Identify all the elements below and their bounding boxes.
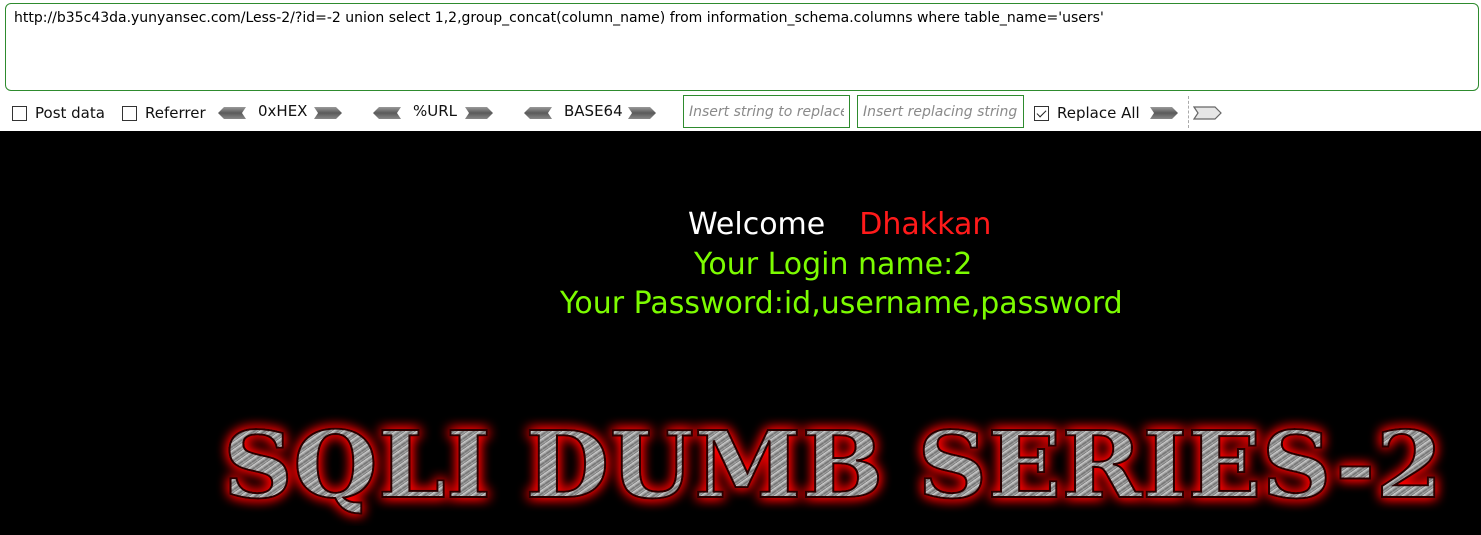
url-input[interactable] (5, 3, 1479, 91)
password-line: Your Password:id,username,password (560, 286, 1123, 321)
execute-button[interactable] (1193, 103, 1223, 123)
base64-decode-button[interactable] (522, 103, 552, 123)
base64-label: BASE64 (564, 102, 623, 120)
replace-apply-button[interactable] (1150, 103, 1180, 123)
url-decode-button[interactable] (371, 103, 401, 123)
arrow-right-icon (465, 107, 493, 119)
welcome-text: Welcome (688, 207, 826, 242)
url-encode-button[interactable] (465, 103, 495, 123)
hackbar-panel: Post data Referrer 0xHEX %URL (0, 0, 1481, 131)
replace-from-input[interactable] (683, 95, 850, 128)
hackbar-toolbar: Post data Referrer 0xHEX %URL BASE64 Ins… (0, 94, 1481, 130)
post-data-checkbox[interactable] (12, 105, 27, 121)
welcome-line: Welcome Dhakkan (688, 207, 991, 242)
replace-all-checkbox[interactable] (1034, 105, 1049, 121)
url-label: %URL (413, 102, 458, 120)
post-data-label: Post data (35, 104, 105, 122)
toolbar-divider (1188, 96, 1189, 128)
referrer-label: Referrer (145, 104, 206, 122)
arrow-right-icon (1150, 107, 1178, 119)
banner-graphic: SQLI DUMB SERIES-2 (222, 410, 1444, 520)
arrow-left-icon (524, 107, 552, 119)
hex-label: 0xHEX (258, 102, 308, 120)
series-banner: SQLI DUMB SERIES-2 (208, 401, 1458, 526)
arrow-right-icon (314, 107, 342, 119)
replace-all-label: Replace All (1057, 104, 1140, 122)
base64-encode-button[interactable] (628, 103, 658, 123)
banner-text: SQLI DUMB SERIES-2 (223, 411, 1443, 519)
post-data-toggle[interactable]: Post data (12, 104, 105, 122)
page-content: Welcome Dhakkan Your Login name:2 Your Pa… (0, 131, 1481, 535)
arrow-right-outline-icon (1193, 106, 1222, 120)
referrer-toggle[interactable]: Referrer (122, 104, 206, 122)
arrow-right-icon (628, 107, 656, 119)
replace-all-toggle[interactable]: Replace All (1034, 104, 1140, 122)
login-name-line: Your Login name:2 (694, 247, 973, 282)
arrow-left-icon (218, 107, 246, 119)
hex-encode-button[interactable] (314, 103, 344, 123)
referrer-checkbox[interactable] (122, 105, 137, 121)
hex-decode-button[interactable] (216, 103, 246, 123)
username-text: Dhakkan (859, 207, 992, 242)
replace-to-input[interactable] (857, 95, 1024, 128)
arrow-left-icon (373, 107, 401, 119)
